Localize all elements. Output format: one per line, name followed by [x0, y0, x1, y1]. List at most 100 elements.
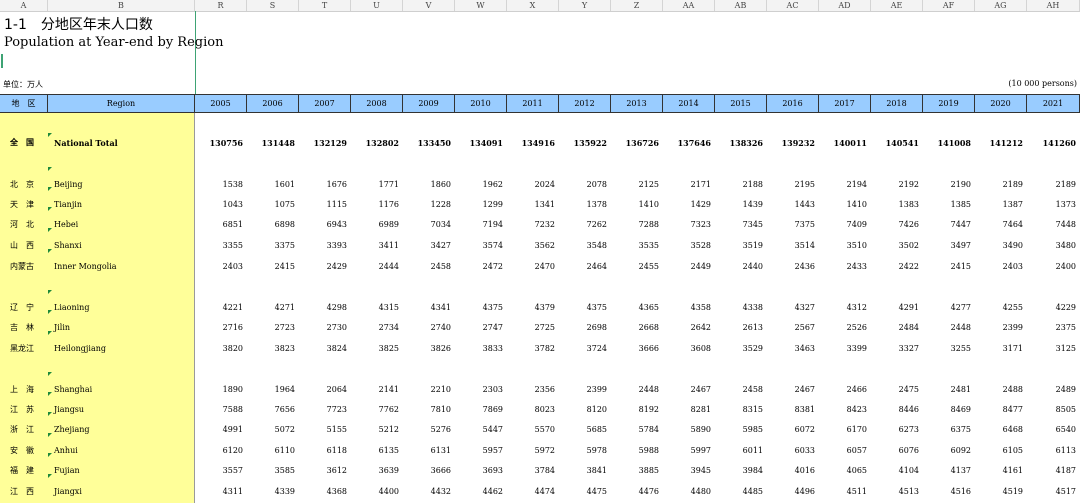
column-letter-ad[interactable]: AD	[819, 0, 871, 11]
population-cell[interactable]: 6120	[195, 441, 243, 461]
population-cell[interactable]: 3327	[871, 339, 919, 359]
population-cell[interactable]: 3782	[507, 339, 555, 359]
population-cell[interactable]: 1964	[247, 380, 295, 400]
population-cell[interactable]: 2403	[975, 257, 1023, 277]
population-cell[interactable]: 4277	[923, 298, 971, 318]
header-year-2010[interactable]: 2010	[455, 95, 507, 112]
population-cell[interactable]: 5890	[663, 420, 711, 440]
population-cell[interactable]: 3666	[403, 461, 451, 481]
region-name-en[interactable]: Inner Mongolia	[54, 257, 117, 277]
population-cell[interactable]: 8505	[1027, 400, 1076, 420]
population-cell[interactable]: 8381	[767, 400, 815, 420]
population-cell[interactable]: 4368	[299, 482, 347, 502]
population-cell[interactable]: 4338	[715, 298, 763, 318]
population-cell[interactable]: 2449	[663, 257, 711, 277]
population-cell[interactable]: 2466	[819, 380, 867, 400]
region-name-cn[interactable]: 吉 林	[0, 318, 44, 338]
region-name-cn[interactable]: 江 西	[0, 482, 44, 502]
population-cell[interactable]: 3519	[715, 236, 763, 256]
population-cell[interactable]: 2375	[1027, 318, 1076, 338]
population-cell[interactable]: 3490	[975, 236, 1023, 256]
region-name-cn[interactable]: 江 苏	[0, 400, 44, 420]
population-cell[interactable]: 4475	[559, 482, 607, 502]
population-cell[interactable]: 5997	[663, 441, 711, 461]
population-cell[interactable]: 3125	[1027, 339, 1076, 359]
header-year-2015[interactable]: 2015	[715, 95, 767, 112]
header-year-2017[interactable]: 2017	[819, 95, 871, 112]
region-name-en[interactable]: Hebei	[54, 215, 78, 235]
population-cell[interactable]: 2190	[923, 175, 971, 195]
region-name-en[interactable]: Heilongjiang	[54, 339, 106, 359]
population-cell[interactable]: 4358	[663, 298, 711, 318]
population-cell[interactable]: 7869	[455, 400, 503, 420]
population-cell[interactable]: 134091	[455, 133, 503, 153]
population-cell[interactable]: 7723	[299, 400, 347, 420]
population-cell[interactable]: 7345	[715, 215, 763, 235]
population-cell[interactable]: 3529	[715, 339, 763, 359]
population-cell[interactable]: 3480	[1027, 236, 1076, 256]
header-year-2012[interactable]: 2012	[559, 95, 611, 112]
population-cell[interactable]: 4517	[1027, 482, 1076, 502]
region-name-en[interactable]: Fujian	[54, 461, 80, 481]
population-cell[interactable]: 133450	[403, 133, 451, 153]
population-cell[interactable]: 4519	[975, 482, 1023, 502]
population-cell[interactable]: 2356	[507, 380, 555, 400]
population-cell[interactable]: 3666	[611, 339, 659, 359]
population-cell[interactable]: 5072	[247, 420, 295, 440]
population-cell[interactable]: 2194	[819, 175, 867, 195]
population-cell[interactable]: 2455	[611, 257, 659, 277]
population-cell[interactable]: 2725	[507, 318, 555, 338]
header-year-2018[interactable]: 2018	[871, 95, 923, 112]
region-name-en[interactable]: Jiangxi	[54, 482, 82, 502]
header-year-2006[interactable]: 2006	[247, 95, 299, 112]
population-cell[interactable]: 5985	[715, 420, 763, 440]
column-letter-z[interactable]: Z	[611, 0, 663, 11]
population-cell[interactable]: 5988	[611, 441, 659, 461]
column-letter-w[interactable]: W	[455, 0, 507, 11]
population-cell[interactable]: 3535	[611, 236, 659, 256]
column-letter-ac[interactable]: AC	[767, 0, 819, 11]
population-cell[interactable]: 2698	[559, 318, 607, 338]
population-cell[interactable]: 4400	[351, 482, 399, 502]
region-name-cn[interactable]: 辽 宁	[0, 298, 44, 318]
population-cell[interactable]: 7464	[975, 215, 1023, 235]
population-cell[interactable]: 5978	[559, 441, 607, 461]
population-cell[interactable]: 5447	[455, 420, 503, 440]
population-cell[interactable]: 3502	[871, 236, 919, 256]
population-cell[interactable]: 2403	[195, 257, 243, 277]
region-name-cn[interactable]: 安 徽	[0, 441, 44, 461]
header-year-2008[interactable]: 2008	[351, 95, 403, 112]
population-cell[interactable]: 4365	[611, 298, 659, 318]
population-cell[interactable]: 3255	[923, 339, 971, 359]
population-cell[interactable]: 140011	[819, 133, 867, 153]
population-cell[interactable]: 2464	[559, 257, 607, 277]
population-cell[interactable]: 2171	[663, 175, 711, 195]
region-name-cn[interactable]: 北 京	[0, 175, 44, 195]
column-letter-x[interactable]: X	[507, 0, 559, 11]
population-cell[interactable]: 4991	[195, 420, 243, 440]
population-cell[interactable]: 4161	[975, 461, 1023, 481]
population-cell[interactable]: 1341	[507, 195, 555, 215]
header-year-2014[interactable]: 2014	[663, 95, 715, 112]
population-cell[interactable]: 2433	[819, 257, 867, 277]
population-cell[interactable]: 4221	[195, 298, 243, 318]
population-cell[interactable]: 1410	[611, 195, 659, 215]
population-cell[interactable]: 2484	[871, 318, 919, 338]
population-cell[interactable]: 3171	[975, 339, 1023, 359]
population-cell[interactable]: 3427	[403, 236, 451, 256]
population-cell[interactable]: 7447	[923, 215, 971, 235]
population-cell[interactable]: 141260	[1027, 133, 1076, 153]
region-name-cn[interactable]: 浙 江	[0, 420, 44, 440]
population-cell[interactable]: 6540	[1027, 420, 1076, 440]
population-cell[interactable]: 3497	[923, 236, 971, 256]
region-name-cn[interactable]: 天 津	[0, 195, 44, 215]
population-cell[interactable]: 1378	[559, 195, 607, 215]
population-cell[interactable]: 1890	[195, 380, 243, 400]
region-name-en[interactable]: Shanghai	[54, 380, 92, 400]
population-cell[interactable]: 8192	[611, 400, 659, 420]
population-cell[interactable]: 7656	[247, 400, 295, 420]
population-cell[interactable]: 3826	[403, 339, 451, 359]
population-cell[interactable]: 3514	[767, 236, 815, 256]
population-cell[interactable]: 131448	[247, 133, 295, 153]
population-cell[interactable]: 2472	[455, 257, 503, 277]
